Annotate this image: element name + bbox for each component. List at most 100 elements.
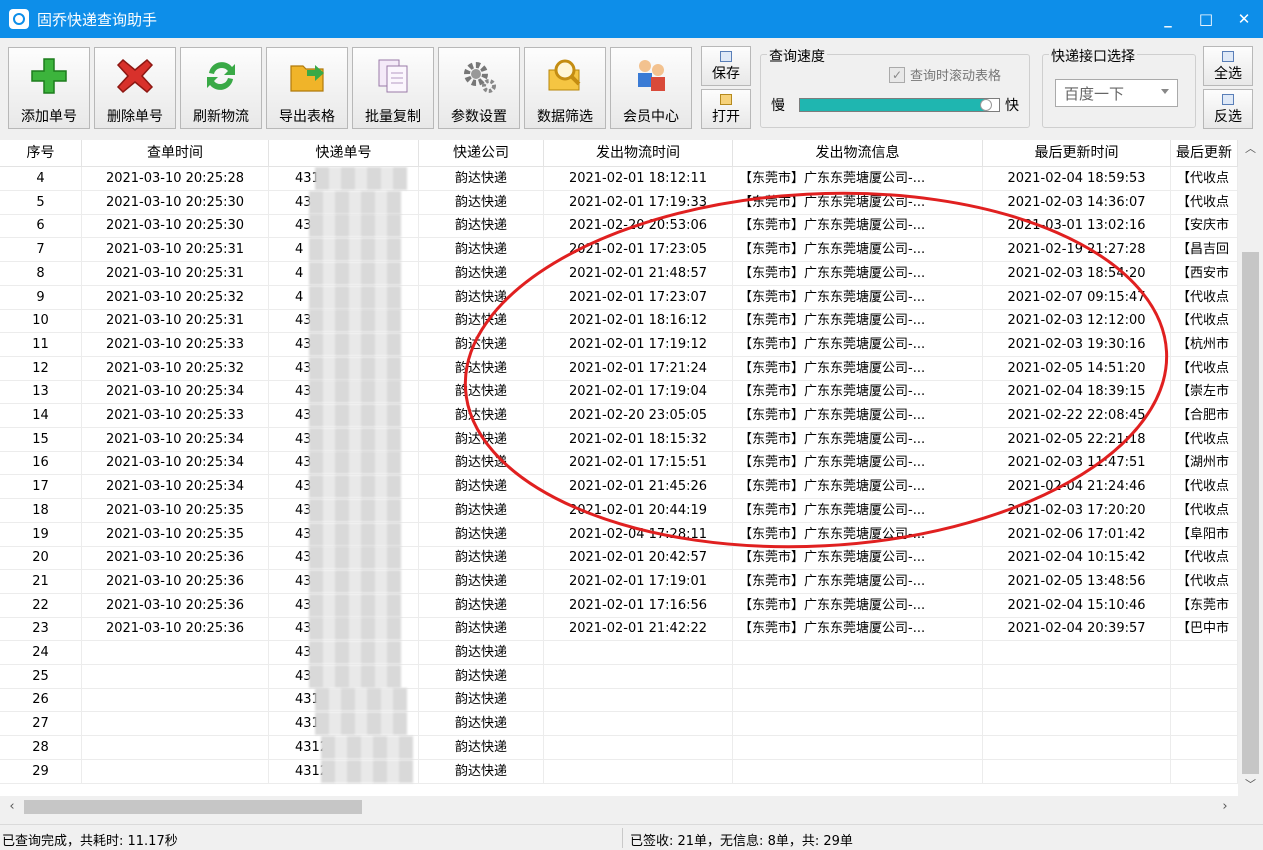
table-row[interactable]: 52021-03-10 20:25:304312韵达快递2021-02-01 1… bbox=[0, 190, 1238, 215]
table-row[interactable]: 2743122韵达快递 bbox=[0, 712, 1238, 737]
scroll-right-icon[interactable]: › bbox=[1215, 796, 1235, 818]
table-cell bbox=[82, 688, 269, 712]
table-cell: 17 bbox=[0, 475, 82, 499]
table-cell: 12 bbox=[0, 356, 82, 380]
table-cell: 【东莞市】广东东莞塘厦公司-... bbox=[733, 261, 983, 285]
close-button[interactable]: ✕ bbox=[1225, 0, 1263, 38]
invert-selection-button[interactable]: 反选 bbox=[1203, 89, 1253, 129]
column-header[interactable]: 快递单号 bbox=[269, 140, 419, 167]
horizontal-scrollbar[interactable]: ‹ › bbox=[0, 796, 1238, 818]
table-row[interactable]: 28 431221 韵达快递 bbox=[0, 735, 1238, 760]
vertical-scroll-thumb[interactable] bbox=[1242, 252, 1259, 774]
vertical-scrollbar[interactable]: ︿ ﹀ bbox=[1238, 140, 1263, 800]
scroll-down-icon[interactable]: ﹀ bbox=[1238, 776, 1263, 794]
redacted-tracking-number bbox=[309, 522, 401, 546]
table-row[interactable]: 8 2021-03-10 20:25:31 4 韵达快递 2021-02-01 21:4… bbox=[0, 261, 1238, 286]
speed-slider-handle[interactable] bbox=[979, 99, 992, 111]
table-cell: 2021-03-10 20:25:36 bbox=[82, 593, 269, 617]
table-row[interactable]: 7 2021-03-10 20:25:31 4 韵达快递 2021-02-01 17:2… bbox=[0, 238, 1238, 263]
window-controls: _ □ ✕ bbox=[1149, 0, 1263, 38]
table-cell: 20 bbox=[0, 546, 82, 570]
table-row[interactable]: 11 2021-03-10 20:25:33 43 韵达快递 2021-02-01 17… bbox=[0, 332, 1238, 357]
select-all-button[interactable]: 全选 bbox=[1203, 46, 1253, 86]
table-cell: 【东莞市】广东东莞塘厦公司-... bbox=[733, 451, 983, 475]
batch-copy-button[interactable]: 批量复制 bbox=[352, 47, 434, 129]
member-center-label: 会员中心 bbox=[623, 109, 679, 125]
table-row[interactable]: 42021-03-10 20:25:2843122韵达快递2021-02-01 … bbox=[0, 167, 1238, 191]
table-row[interactable]: 244312韵达快递 bbox=[0, 641, 1238, 665]
table-row[interactable]: 10 2021-03-10 20:25:31 43 韵达快递 2021-02-01 18… bbox=[0, 309, 1238, 334]
export-table-button[interactable]: 导出表格 bbox=[266, 47, 348, 129]
table-cell: 韵达快递 bbox=[419, 712, 544, 736]
table-cell bbox=[733, 735, 983, 759]
table-row[interactable]: 17 2021-03-10 20:25:34 431 韵达快递 2021-02-01 2… bbox=[0, 475, 1238, 500]
column-header[interactable]: 发出物流信息 bbox=[733, 140, 983, 167]
open-button[interactable]: 打开 bbox=[701, 89, 751, 129]
table-cell: 【代收点 bbox=[1171, 569, 1238, 593]
slow-label: 慢 bbox=[771, 98, 785, 114]
minimize-button[interactable]: _ bbox=[1149, 0, 1187, 38]
save-button[interactable]: 保存 bbox=[701, 46, 751, 86]
table-row[interactable]: 202021-03-10 20:25:364312韵达快递2021-02-01 … bbox=[0, 546, 1238, 571]
table-cell: 2021-02-01 21:45:26 bbox=[544, 475, 733, 499]
table-row[interactable]: 14 2021-03-10 20:25:33 431 韵达快递 2021-02-20 2… bbox=[0, 404, 1238, 428]
scroll-left-icon[interactable]: ‹ bbox=[2, 796, 22, 818]
delete-number-button[interactable]: 删除单号 bbox=[94, 47, 176, 129]
table-cell bbox=[1171, 712, 1238, 736]
scroll-table-checkbox[interactable]: ✓ 查询时滚动表格 bbox=[889, 65, 1001, 84]
horizontal-scroll-thumb[interactable] bbox=[24, 800, 362, 814]
table-row[interactable]: 9 2021-03-10 20:25:32 4 韵达快递 2021-02-01 17:2… bbox=[0, 285, 1238, 310]
table-cell: 【东莞市】广东东莞塘厦公司-... bbox=[733, 380, 983, 404]
refresh-logistics-button[interactable]: 刷新物流 bbox=[180, 47, 262, 129]
gear-icon bbox=[457, 56, 501, 96]
table-cell: 23 bbox=[0, 617, 82, 641]
column-header[interactable]: 快递公司 bbox=[419, 140, 544, 167]
column-header[interactable]: 最后更新 bbox=[1171, 140, 1238, 167]
settings-button[interactable]: 参数设置 bbox=[438, 47, 520, 129]
batch-copy-label: 批量复制 bbox=[365, 109, 421, 125]
table-row[interactable]: 23 2021-03-10 20:25:36 431 韵达快递 2021-02-01 2… bbox=[0, 617, 1238, 642]
table-cell: 韵达快递 bbox=[419, 688, 544, 712]
member-center-button[interactable]: 会员中心 bbox=[610, 47, 692, 129]
table-row[interactable]: 29 431222 韵达快递 bbox=[0, 759, 1238, 784]
table-row[interactable]: 19 2021-03-10 20:25:35 431 韵达快递 2021-02-04 1… bbox=[0, 522, 1238, 547]
refresh-logistics-label: 刷新物流 bbox=[193, 109, 249, 125]
table-row[interactable]: 212021-03-10 20:25:364312韵达快递2021-02-01 … bbox=[0, 569, 1238, 594]
table-row[interactable]: 15 2021-03-10 20:25:34 431 韵达快递 2021-02-01 1… bbox=[0, 427, 1238, 452]
table-row[interactable]: 12 2021-03-10 20:25:32 431 韵达快递 2021-02-01 1… bbox=[0, 356, 1238, 381]
status-bar: 已查询完成，共耗时: 11.17秒 已签收: 21单，无信息: 8单，共: 29… bbox=[0, 824, 1263, 850]
table-cell: 【代收点 bbox=[1171, 309, 1238, 333]
table-cell: 【东莞市】广东东莞塘厦公司-... bbox=[733, 593, 983, 617]
redacted-tracking-number bbox=[309, 261, 401, 285]
api-select[interactable]: 百度一下 bbox=[1055, 79, 1178, 107]
table-cell bbox=[544, 641, 733, 664]
table-cell: 2021-02-20 23:05:05 bbox=[544, 404, 733, 427]
table-row[interactable]: 16 2021-03-10 20:25:34 431 韵达快递 2021-02-01 1… bbox=[0, 451, 1238, 476]
data-filter-button[interactable]: 数据筛选 bbox=[524, 47, 606, 129]
table-row[interactable]: 6 2021-03-10 20:25:30 43 韵达快递 2021-02-20 20:… bbox=[0, 214, 1238, 239]
redacted-tracking-number bbox=[309, 546, 401, 570]
table-row[interactable]: 18 2021-03-10 20:25:35 431 韵达快递 2021-02-01 2… bbox=[0, 498, 1238, 523]
table-cell: 2021-03-10 20:25:35 bbox=[82, 522, 269, 546]
maximize-button[interactable]: □ bbox=[1187, 0, 1225, 38]
table-row[interactable]: 22 2021-03-10 20:25:36 431 韵达快递 2021-02-01 1… bbox=[0, 593, 1238, 618]
table-cell bbox=[1171, 688, 1238, 712]
table-cell: 【代收点 bbox=[1171, 356, 1238, 380]
column-header[interactable]: 查单时间 bbox=[82, 140, 269, 167]
scroll-up-icon[interactable]: ︿ bbox=[1238, 140, 1263, 158]
table-cell bbox=[983, 641, 1171, 664]
column-header[interactable]: 序号 bbox=[0, 140, 82, 167]
add-number-button[interactable]: 添加单号 bbox=[8, 47, 90, 129]
table-cell: 2021-02-01 17:15:51 bbox=[544, 451, 733, 475]
table-cell bbox=[733, 712, 983, 736]
table-row[interactable]: 13 2021-03-10 20:25:34 431 韵达快递 2021-02-01 1… bbox=[0, 380, 1238, 405]
table-cell bbox=[983, 664, 1171, 688]
table-cell: 2021-03-10 20:25:36 bbox=[82, 569, 269, 593]
table-row[interactable]: 254312韵达快递 bbox=[0, 664, 1238, 689]
speed-slider[interactable] bbox=[799, 98, 1000, 112]
column-header[interactable]: 最后更新时间 bbox=[983, 140, 1171, 167]
table-header: 序号 查单时间 快递单号 快递公司 发出物流时间 发出物流信息 最后更新时间 最后更新 bbox=[0, 140, 1238, 167]
table-row[interactable]: 2643122韵达快递 bbox=[0, 688, 1238, 713]
column-header[interactable]: 发出物流时间 bbox=[544, 140, 733, 167]
table-cell: 【东莞市】广东东莞塘厦公司-... bbox=[733, 356, 983, 380]
